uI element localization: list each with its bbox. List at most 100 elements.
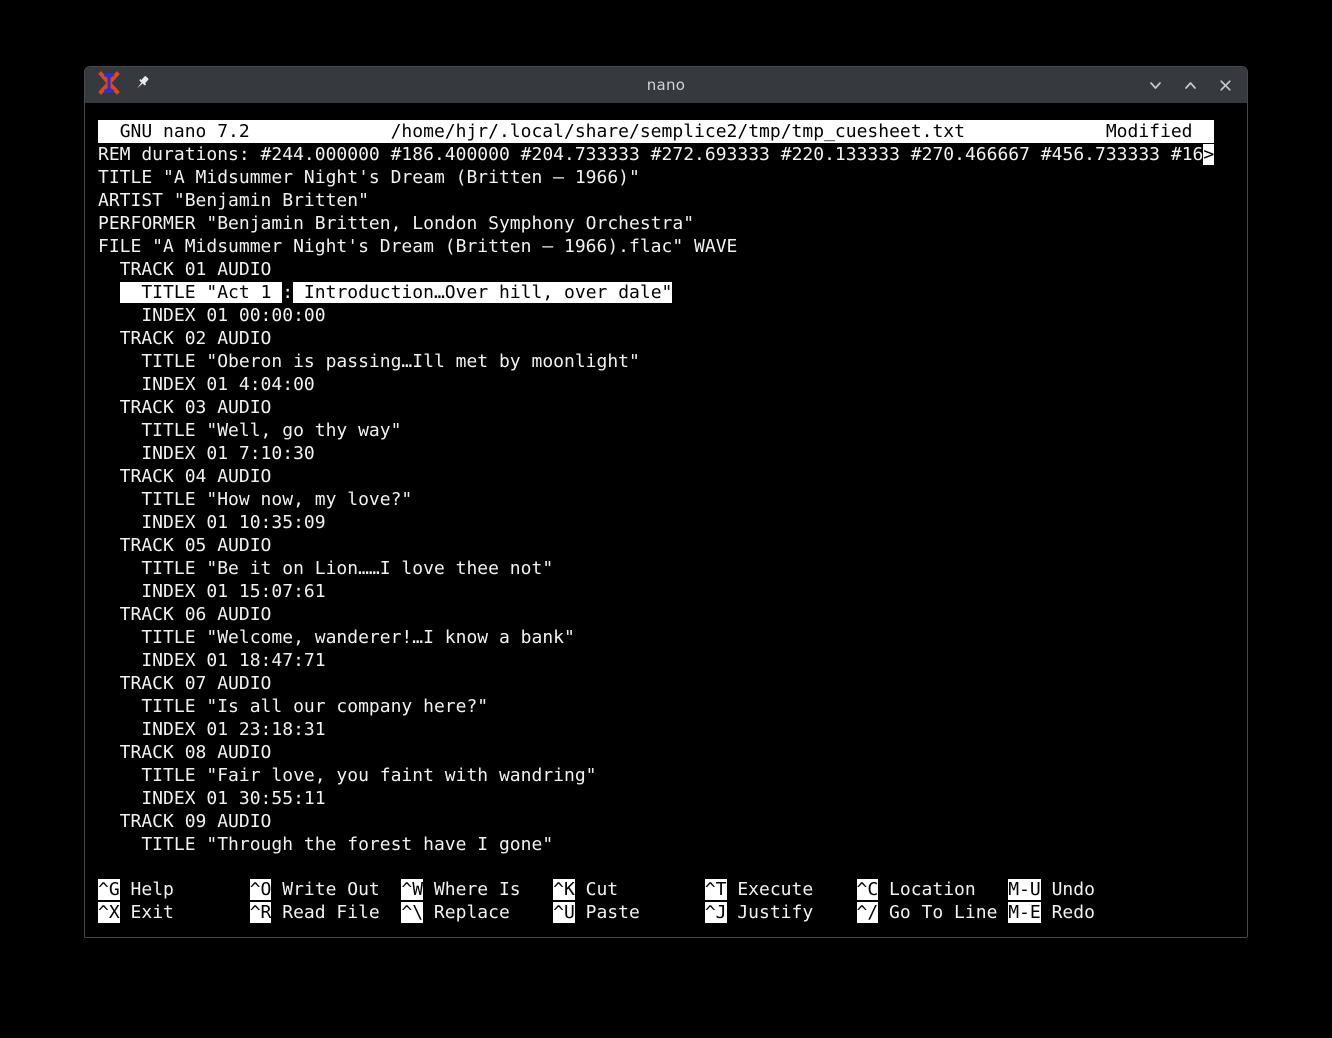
editor-line[interactable]: TITLE "Well, go thy way" <box>98 419 1247 442</box>
line-text: TRACK 06 AUDIO <box>98 604 271 625</box>
editor-line[interactable]: PERFORMER "Benjamin Britten, London Symp… <box>98 212 1247 235</box>
line-text: TITLE "Oberon is passing…Ill met by moon… <box>98 351 640 372</box>
line-text: TRACK 05 AUDIO <box>98 535 271 556</box>
editor-line[interactable]: TITLE "Oberon is passing…Ill met by moon… <box>98 350 1247 373</box>
pin-icon[interactable] <box>133 74 151 96</box>
maximize-button[interactable] <box>1181 76 1200 95</box>
line-text: TRACK 03 AUDIO <box>98 397 271 418</box>
line-text: TITLE "Welcome, wanderer!…I know a bank" <box>98 627 575 648</box>
shortcut-label: Replace <box>423 902 510 923</box>
shortcut-key: M-U <box>1008 879 1041 900</box>
line-text: TITLE "How now, my love?" <box>98 489 412 510</box>
line-text: Introduction…Over hill, over dale" <box>293 282 672 303</box>
line-text: INDEX 01 23:18:31 <box>98 719 326 740</box>
editor-line[interactable]: TITLE "How now, my love?" <box>98 488 1247 511</box>
editor-line[interactable]: ARTIST "Benjamin Britten" <box>98 189 1247 212</box>
shortcut-cut: ^K Cut <box>553 878 705 901</box>
shortcut-label: Cut <box>575 879 618 900</box>
editor-line[interactable]: INDEX 01 7:10:30 <box>98 442 1247 465</box>
shortcut-key: ^/ <box>857 902 879 923</box>
editor-line[interactable]: INDEX 01 10:35:09 <box>98 511 1247 534</box>
editor-line[interactable]: TITLE "Is all our company here?" <box>98 695 1247 718</box>
shortcut-bar: ^G Help^O Write Out^W Where Is^K Cut^T E… <box>98 878 1160 924</box>
window-controls <box>1085 76 1235 95</box>
line-text: TRACK 01 AUDIO <box>98 259 271 280</box>
shortcut-key: ^J <box>705 902 727 923</box>
line-text: ARTIST "Benjamin Britten" <box>98 190 369 211</box>
line-text: INDEX 01 15:07:61 <box>98 581 326 602</box>
text-cursor: : <box>282 282 293 303</box>
shortcut-where-is: ^W Where Is <box>401 878 553 901</box>
editor-line[interactable]: INDEX 01 00:00:00 <box>98 304 1247 327</box>
line-text: TITLE "Through the forest have I gone" <box>98 834 553 855</box>
shortcut-help: ^G Help <box>98 878 250 901</box>
line-text: TRACK 08 AUDIO <box>98 742 271 763</box>
modified-status: Modified <box>1106 120 1214 143</box>
line-text: TITLE "Act 1 <box>120 282 283 303</box>
shortcut-label: Redo <box>1041 902 1095 923</box>
line-text: TITLE "A Midsummer Night's Dream (Britte… <box>98 167 640 188</box>
line-text: INDEX 01 7:10:30 <box>98 443 315 464</box>
editor-line[interactable]: REM durations: #244.000000 #186.400000 #… <box>98 143 1247 166</box>
editor-line[interactable]: TRACK 04 AUDIO <box>98 465 1247 488</box>
shortcut-key: M-E <box>1008 902 1041 923</box>
shortcut-write-out: ^O Write Out <box>250 878 402 901</box>
shortcut-row: ^X Exit^R Read File^\ Replace^U Paste^J … <box>98 901 1160 924</box>
editor-line[interactable]: TITLE "Through the forest have I gone" <box>98 833 1247 856</box>
editor-area[interactable]: REM durations: #244.000000 #186.400000 #… <box>98 143 1247 856</box>
editor-line[interactable]: TRACK 08 AUDIO <box>98 741 1247 764</box>
shortcut-key: ^R <box>250 902 272 923</box>
line-text: TITLE "Be it on Lion……I love thee not" <box>98 558 553 579</box>
line-text: TRACK 09 AUDIO <box>98 811 271 832</box>
editor-line[interactable]: TRACK 02 AUDIO <box>98 327 1247 350</box>
nano-header-bar: GNU nano 7.2 /home/hjr/.local/share/semp… <box>98 120 1214 143</box>
line-text: FILE "A Midsummer Night's Dream (Britten… <box>98 236 737 257</box>
shortcut-label: Execute <box>727 879 814 900</box>
shortcut-label: Help <box>120 879 174 900</box>
shortcut-undo: M-U Undo <box>1008 878 1160 901</box>
line-text: TRACK 04 AUDIO <box>98 466 271 487</box>
line-text: TRACK 07 AUDIO <box>98 673 271 694</box>
editor-line[interactable]: INDEX 01 30:55:11 <box>98 787 1247 810</box>
editor-line[interactable]: TITLE "Be it on Lion……I love thee not" <box>98 557 1247 580</box>
window-titlebar[interactable]: nano <box>85 67 1247 103</box>
line-text: > <box>1203 144 1214 165</box>
desktop: nano GNU nano 7.2 /home/hjr/.local/share… <box>0 0 1332 1038</box>
line-text: TRACK 02 AUDIO <box>98 328 271 349</box>
editor-line[interactable]: TRACK 05 AUDIO <box>98 534 1247 557</box>
terminal-screen[interactable]: GNU nano 7.2 /home/hjr/.local/share/semp… <box>85 103 1247 937</box>
editor-line[interactable]: INDEX 01 4:04:00 <box>98 373 1247 396</box>
editor-line[interactable]: TRACK 07 AUDIO <box>98 672 1247 695</box>
shortcut-replace: ^\ Replace <box>401 901 553 924</box>
editor-line[interactable]: TITLE "Fair love, you faint with wandrin… <box>98 764 1247 787</box>
editor-line[interactable]: INDEX 01 15:07:61 <box>98 580 1247 603</box>
shortcut-key: ^U <box>553 902 575 923</box>
close-button[interactable] <box>1216 76 1235 95</box>
line-text: TITLE "Well, go thy way" <box>98 420 401 441</box>
editor-line[interactable]: FILE "A Midsummer Night's Dream (Britten… <box>98 235 1247 258</box>
window-title: nano <box>247 76 1085 94</box>
editor-line[interactable]: INDEX 01 23:18:31 <box>98 718 1247 741</box>
editor-line[interactable]: TRACK 03 AUDIO <box>98 396 1247 419</box>
editor-line[interactable]: TRACK 09 AUDIO <box>98 810 1247 833</box>
shortcut-key: ^T <box>705 879 727 900</box>
minimize-button[interactable] <box>1146 76 1165 95</box>
shortcut-label: Where Is <box>423 879 521 900</box>
line-text: INDEX 01 00:00:00 <box>98 305 326 326</box>
editor-line[interactable]: INDEX 01 18:47:71 <box>98 649 1247 672</box>
terminal-window: nano GNU nano 7.2 /home/hjr/.local/share… <box>84 66 1248 938</box>
line-text: INDEX 01 10:35:09 <box>98 512 326 533</box>
shortcut-key: ^X <box>98 902 120 923</box>
editor-line[interactable]: TRACK 01 AUDIO <box>98 258 1247 281</box>
shortcut-paste: ^U Paste <box>553 901 705 924</box>
editor-line[interactable]: TRACK 06 AUDIO <box>98 603 1247 626</box>
line-text: INDEX 01 18:47:71 <box>98 650 326 671</box>
titlebar-left <box>97 71 247 99</box>
shortcut-label: Location <box>878 879 976 900</box>
editor-line[interactable]: TITLE "Act 1 : Introduction…Over hill, o… <box>98 281 1247 304</box>
editor-line[interactable]: TITLE "Welcome, wanderer!…I know a bank" <box>98 626 1247 649</box>
editor-line[interactable]: TITLE "A Midsummer Night's Dream (Britte… <box>98 166 1247 189</box>
shortcut-exit: ^X Exit <box>98 901 250 924</box>
shortcut-location: ^C Location <box>857 878 1009 901</box>
shortcut-key: ^K <box>553 879 575 900</box>
